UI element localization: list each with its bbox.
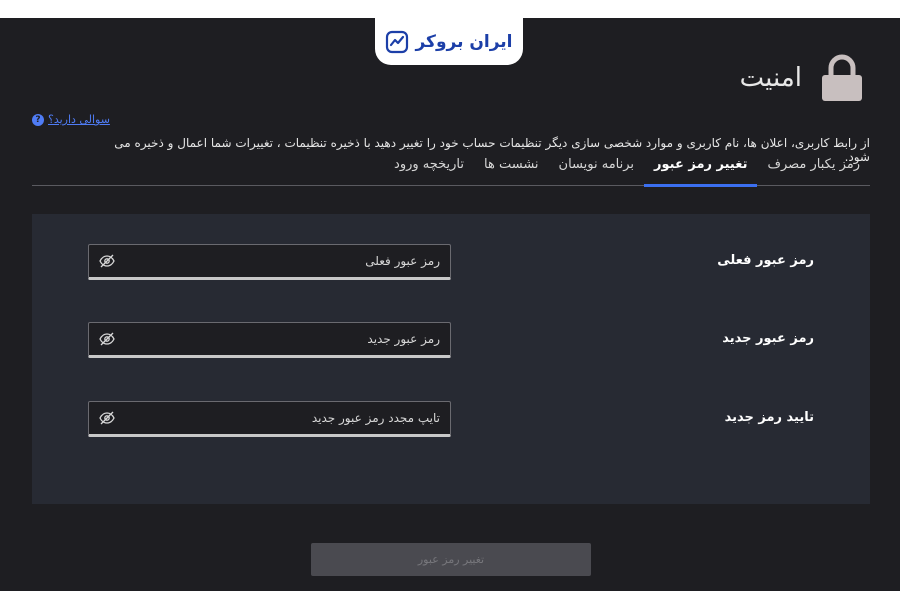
lock-icon: [822, 54, 862, 101]
new-password-input[interactable]: [115, 332, 440, 346]
eye-off-icon[interactable]: [99, 253, 115, 269]
current-password-label: رمز عبور فعلی: [717, 253, 814, 268]
confirm-password-label: تایید رمز جدید: [724, 410, 814, 425]
change-password-form: رمز عبور فعلی رمز عبور جدید تایید رمز جد…: [32, 214, 870, 504]
brand-name: ایران بروکر: [415, 31, 513, 52]
tab-login-history[interactable]: تاریخچه ورود: [384, 154, 474, 185]
confirm-password-input[interactable]: [115, 411, 440, 425]
tab-sessions[interactable]: نشست ها: [474, 154, 549, 185]
new-password-field: [88, 322, 451, 358]
question-circle-icon: ?: [32, 113, 44, 126]
eye-off-icon[interactable]: [99, 331, 115, 347]
change-password-button[interactable]: تغییر رمز عبور: [311, 543, 591, 576]
new-password-label: رمز عبور جدید: [722, 331, 814, 346]
tab-one-time-password[interactable]: رمز یکبار مصرف: [757, 154, 870, 185]
tab-developers[interactable]: برنامه نویسان: [549, 154, 645, 185]
eye-off-icon[interactable]: [99, 410, 115, 426]
new-password-row: رمز عبور جدید: [32, 322, 870, 358]
page-header: امنیت: [740, 54, 864, 102]
help-link-text: سوالی دارید؟: [48, 113, 110, 126]
security-page: ایران بروکر امنیت ? سوالی دارید؟ از رابط…: [0, 18, 900, 591]
tab-bar: رمز یکبار مصرف تغییر رمز عبور برنامه نوی…: [32, 154, 870, 187]
help-link[interactable]: ? سوالی دارید؟: [32, 113, 110, 126]
tab-change-password[interactable]: تغییر رمز عبور: [644, 154, 758, 187]
page-title: امنیت: [739, 63, 802, 93]
brand-logo[interactable]: ایران بروکر: [375, 18, 523, 65]
current-password-field: [88, 244, 451, 280]
trend-chart-icon: [386, 30, 409, 53]
confirm-password-field: [88, 401, 451, 437]
confirm-password-row: تایید رمز جدید: [32, 401, 870, 437]
current-password-row: رمز عبور فعلی: [32, 244, 870, 280]
current-password-input[interactable]: [115, 254, 440, 268]
